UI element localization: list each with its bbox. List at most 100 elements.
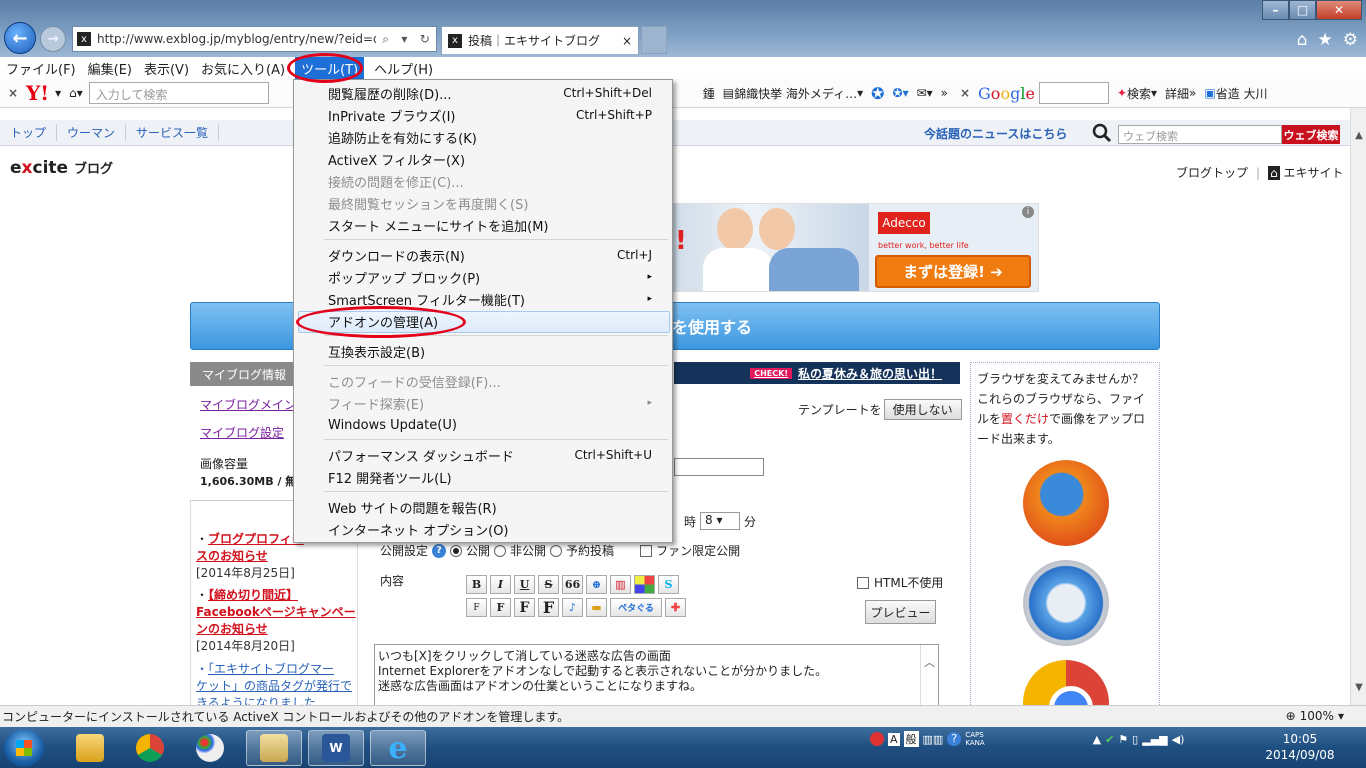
minimize-button[interactable]: –: [1262, 0, 1289, 20]
address-text[interactable]: http://www.exblog.jp/myblog/entry/new/?e…: [97, 32, 376, 46]
nav-services[interactable]: サービス一覧: [126, 124, 220, 141]
template-button[interactable]: 使用しない: [883, 399, 962, 420]
news-item[interactable]: ・「エキサイトブログマー ケット」の商品タグが発行で きるようになりました: [196, 660, 352, 705]
chevron-down-icon[interactable]: ▾: [401, 32, 407, 47]
menu-item-1[interactable]: InPrivate ブラウズ(I) Ctrl+Shift+P: [328, 104, 652, 126]
info-icon[interactable]: i: [1022, 206, 1034, 218]
ime-icon[interactable]: [870, 732, 884, 746]
maximize-button[interactable]: □: [1289, 0, 1316, 20]
music-icon[interactable]: ♪: [562, 598, 583, 617]
menu-item-3[interactable]: ActiveX フィルター(X): [328, 148, 652, 170]
add-image-icon[interactable]: ✚: [665, 598, 686, 617]
network-signal-icon[interactable]: ▂▄▆: [1142, 733, 1167, 746]
home-icon[interactable]: ⌂: [1297, 30, 1308, 50]
google-search-input[interactable]: [1038, 82, 1109, 104]
menu-2[interactable]: 表示(V): [138, 57, 195, 79]
device-icon[interactable]: ▯: [1132, 733, 1138, 746]
editor-scrollbar[interactable]: ︿: [920, 645, 938, 705]
menu-item-16[interactable]: F12 開発者ツール(L): [328, 466, 652, 488]
close-google-toolbar-icon[interactable]: ×: [952, 86, 978, 100]
menu-3[interactable]: お気に入り(A): [195, 57, 291, 79]
detail-button[interactable]: 詳細 »: [1161, 79, 1200, 108]
news-link[interactable]: 今話題のニュースはこちら: [924, 125, 1067, 142]
skype-icon[interactable]: S: [658, 575, 679, 594]
underline-button[interactable]: U: [514, 575, 535, 594]
back-button[interactable]: ←: [4, 22, 36, 54]
yahoo-logo[interactable]: Y!: [26, 81, 49, 105]
flag-icon[interactable]: ⚑: [1118, 733, 1128, 746]
show-hidden-icons[interactable]: ▲: [1093, 733, 1101, 746]
taskbar-photo[interactable]: [246, 730, 302, 766]
menu-item-15[interactable]: パフォーマンス ダッシュボード Ctrl+Shift+U: [328, 444, 652, 466]
search-icon[interactable]: ⌕: [382, 32, 389, 47]
close-toolbar-icon[interactable]: ×: [0, 86, 26, 100]
font-size-4-button[interactable]: F: [538, 598, 559, 617]
menu-item-7[interactable]: ダウンロードの表示(N) Ctrl+J: [328, 244, 652, 266]
volume-icon[interactable]: ◀): [1172, 733, 1185, 746]
blog-top-link[interactable]: ブログトップ: [1176, 164, 1248, 181]
taskbar-ie[interactable]: e: [370, 730, 426, 766]
ad-cta-button[interactable]: まずは登録! ➔: [875, 255, 1031, 288]
html-off-checkbox[interactable]: [857, 576, 869, 589]
nav-woman[interactable]: ウーマン: [57, 124, 127, 141]
my-blog-settings-link[interactable]: マイブログ設定: [200, 424, 284, 441]
more-chevron-icon[interactable]: »: [937, 79, 952, 108]
web-search-input[interactable]: ウェブ検索: [1118, 125, 1282, 144]
peta-button[interactable]: ペタぐる: [610, 598, 662, 617]
radio-public[interactable]: [450, 544, 463, 557]
menu-5[interactable]: ヘルプ(H): [368, 57, 439, 79]
link-icon[interactable]: ⊕: [586, 575, 607, 594]
new-tab-button[interactable]: [641, 26, 667, 54]
fan-only-checkbox[interactable]: [640, 544, 653, 557]
radio-private[interactable]: [494, 544, 507, 557]
taskbar-chrome[interactable]: [122, 730, 178, 766]
add-favorite-icon[interactable]: ✪▾: [889, 79, 913, 108]
user-button[interactable]: ▣ 省造 大川: [1200, 79, 1271, 108]
advertisement[interactable]: ! Adecco better work, better life まずは登録!…: [672, 203, 1039, 292]
favorites-star-icon[interactable]: ★: [1318, 30, 1333, 50]
folder-icon[interactable]: ▬: [586, 598, 607, 617]
dictionary-icon[interactable]: ▥▥: [923, 733, 944, 746]
italic-button[interactable]: I: [490, 575, 511, 594]
taskbar-word[interactable]: W: [308, 730, 364, 766]
forward-button[interactable]: →: [40, 26, 66, 52]
safari-icon[interactable]: [1023, 560, 1109, 646]
menu-item-8[interactable]: ポップアップ ブロック(P) ▸: [328, 266, 652, 288]
help-icon[interactable]: ?: [432, 543, 447, 558]
taskbar-explorer[interactable]: [62, 730, 118, 766]
menu-0[interactable]: ファイル(F): [0, 57, 82, 79]
search-icon[interactable]: [1092, 123, 1112, 143]
menu-1[interactable]: 編集(E): [82, 57, 138, 79]
font-size-1-button[interactable]: F: [466, 598, 487, 617]
toolbar-item-1[interactable]: 鍾: [699, 79, 719, 108]
web-search-button[interactable]: ウェブ検索: [1282, 125, 1340, 144]
toolbar-item-news[interactable]: ▤ 錦織快挙 海外メディ… ▾: [719, 79, 867, 108]
close-tab-icon[interactable]: ×: [622, 34, 632, 48]
favorites-star-icon[interactable]: ✪: [867, 79, 888, 108]
taskbar-paint[interactable]: [182, 730, 238, 766]
menu-item-14[interactable]: Windows Update(U): [328, 414, 652, 436]
news-item[interactable]: ・【締め切り間近】 Facebookページキャンペー ンのお知らせ [2014年8月2…: [196, 586, 356, 654]
clock[interactable]: 10:05 2014/09/08: [1250, 731, 1350, 763]
font-size-2-button[interactable]: F: [490, 598, 511, 617]
mail-icon[interactable]: ✉▾: [913, 79, 937, 108]
help-icon[interactable]: ?: [947, 732, 962, 746]
my-blog-main-link[interactable]: マイブログメイン: [200, 396, 296, 413]
yahoo-search-input[interactable]: 入力して検索: [88, 82, 269, 104]
book-icon[interactable]: ▥: [610, 575, 631, 594]
chrome-icon[interactable]: [1023, 660, 1109, 705]
house-gear-icon[interactable]: ⌂▾: [69, 86, 83, 100]
chevron-down-icon[interactable]: ▾: [55, 86, 61, 100]
refresh-icon[interactable]: ↻: [420, 32, 430, 47]
color-grid-icon[interactable]: [634, 575, 655, 594]
preview-button[interactable]: プレビュー: [865, 600, 936, 624]
menu-item-18[interactable]: インターネット オプション(O): [328, 518, 652, 540]
menu-item-17[interactable]: Web サイトの問題を報告(R): [328, 496, 652, 518]
content-editor[interactable]: いつも[X]をクリックして消している迷惑な広告の画面 Internet Expl…: [374, 644, 939, 705]
menu-item-6[interactable]: スタート メニューにサイトを追加(M): [328, 214, 652, 236]
close-window-button[interactable]: ✕: [1316, 0, 1362, 20]
tab-active[interactable]: x 投稿｜エキサイトブログ ×: [441, 26, 639, 54]
ime-label[interactable]: 般: [903, 731, 919, 747]
address-bar[interactable]: x http://www.exblog.jp/myblog/entry/new/…: [72, 26, 437, 52]
start-button[interactable]: [4, 729, 44, 767]
